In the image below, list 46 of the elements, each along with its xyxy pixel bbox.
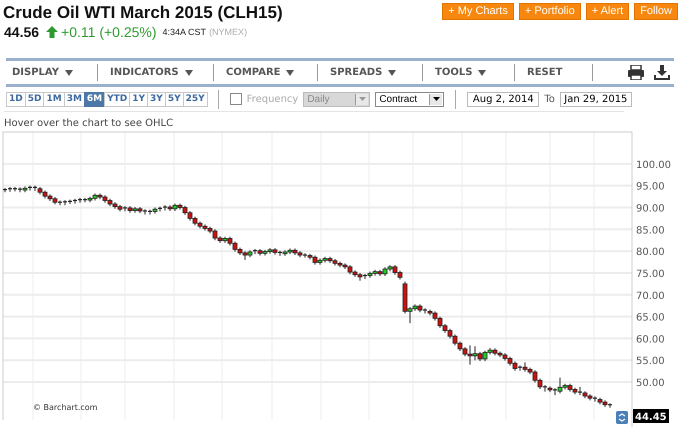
axis-label: 65.00 [636,312,665,324]
quote-time: 4:34A CST [162,27,206,37]
caret-icon [358,97,366,101]
start-date-field[interactable]: Aug 2, 2014 [467,92,540,106]
range-tab[interactable]: 25Y [182,92,208,106]
price-change: +0.11 (+0.25%) [61,24,157,40]
range-tab[interactable]: 3Y [147,92,166,106]
range-tab[interactable]: 1D [6,92,26,106]
range-tab[interactable]: 6M [84,92,106,106]
axis-label: 95.00 [636,182,665,193]
exchange-label: (NYMEX) [209,27,248,37]
axis-label: 60.00 [636,334,665,346]
axis-label: 90.00 [636,204,665,214]
hint-text: Hover over the chart to see OHLC [4,111,624,130]
range-tab[interactable]: 1M [43,92,65,106]
up-arrow-icon [46,26,58,38]
range-tab[interactable]: YTD [104,92,130,106]
menu-item[interactable]: DISPLAY [6,64,98,81]
axis-label: 55.00 [636,356,665,368]
last-price-label: 44.45 [633,409,669,423]
menu-item[interactable]: INDICATORS [104,64,214,81]
frequency-label: Frequency [246,94,298,104]
to-label: To [544,94,555,104]
range-tab[interactable]: 3M [64,92,85,106]
menu-item[interactable]: COMPARE [220,64,318,81]
caret-icon [432,97,440,101]
printer-icon[interactable] [627,65,645,80]
range-tab[interactable]: 5Y [164,92,184,106]
contract-dropdown[interactable]: Contract [375,92,444,106]
last-price: 44.56 [4,24,40,40]
axis-label: 50.00 [636,378,665,390]
axis-label: 80.00 [636,247,665,258]
menu-item[interactable]: TOOLS [429,64,515,81]
range-tab[interactable]: 1Y [129,92,148,106]
scroll-toggle-icon[interactable] [616,411,628,424]
axis-label: 100.00 [636,160,671,171]
download-icon[interactable] [654,65,670,80]
axis-label: 85.00 [636,225,665,236]
copyright-text: © Barchart.com [33,403,98,412]
menu-item[interactable]: SPREADS [324,64,423,81]
menu-item[interactable]: RESET [521,64,593,81]
end-date-field[interactable]: Jan 29, 2015 [560,92,632,106]
page-title: Crude Oil WTI March 2015 (CLH15) [3,2,283,23]
axis-label: 75.00 [636,268,665,280]
axis-label: 70.00 [636,290,665,302]
range-tab[interactable]: 5D [24,92,44,106]
